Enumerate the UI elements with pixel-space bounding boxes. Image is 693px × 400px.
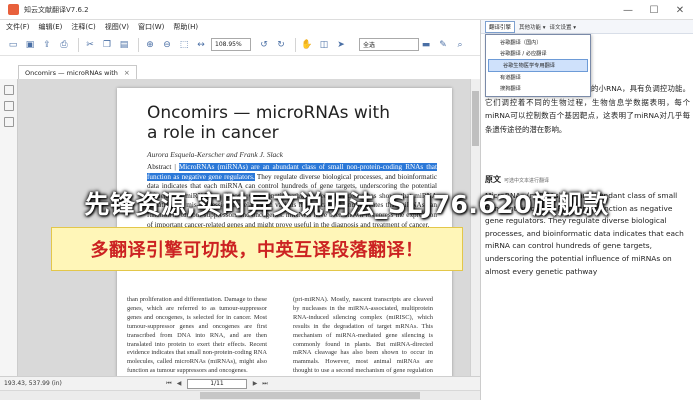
fit-page-icon[interactable]: ⬚ [177, 38, 191, 52]
menu-file[interactable]: 文件(F) [6, 22, 30, 32]
menu-help[interactable]: 帮助(H) [173, 22, 198, 32]
menu-view[interactable]: 视图(V) [105, 22, 129, 32]
menu-window[interactable]: 窗口(W) [138, 22, 164, 32]
zoom-select[interactable]: 108.95% [211, 38, 251, 51]
hand-tool-icon[interactable]: ✋ [300, 38, 314, 52]
annotations-icon[interactable] [3, 117, 14, 127]
title-bar: 知云文献翻译V7.6.2 — ☐ ✕ [0, 0, 693, 20]
toolbar-divider [78, 37, 79, 52]
export-icon[interactable]: ⇪ [40, 38, 54, 52]
watermark-banner: 先锋资源,实时异文说明法_SLJ76.620旗舰款 [0, 173, 693, 233]
toolbar: ▭ ▣ ⇪ ⎙ ✂ ❐ ▤ ⊕ ⊖ ⬚ ↔ 108.95% ↺ ↻ ✋ ◫ ➤ … [0, 34, 480, 56]
menu-edit[interactable]: 编辑(E) [39, 22, 63, 32]
rotate-left-icon[interactable]: ↺ [257, 38, 271, 52]
zoom-out-icon[interactable]: ⊖ [160, 38, 174, 52]
search-icon[interactable]: ⌕ [453, 38, 467, 52]
print-icon[interactable]: ⎙ [57, 38, 71, 52]
tab-label: Oncomirs — microRNAs with [25, 68, 118, 77]
cut-icon[interactable]: ✂ [83, 38, 97, 52]
body-column-right: (pri-miRNA). Mostly, nascent transcripts… [293, 296, 433, 383]
paper-title-line2: a role in cancer [147, 123, 279, 143]
note-icon[interactable]: ✎ [436, 38, 450, 52]
next-page-icon[interactable]: ▶ [250, 379, 260, 388]
select-tool-icon[interactable]: ➤ [334, 38, 348, 52]
document-tabs: Oncomirs — microRNAs with × [0, 57, 480, 79]
thumbnails-icon[interactable] [3, 101, 14, 111]
abstract-label: Abstract | [147, 163, 179, 171]
engine-dropdown[interactable]: 翻译引擎 [485, 20, 516, 33]
watermark-banner-text: 先锋资源,实时异文说明法_SLJ76.620旗舰款 [84, 190, 609, 219]
rotate-right-icon[interactable]: ↻ [274, 38, 288, 52]
selection-mode-select[interactable]: 全选 [359, 38, 419, 51]
toolbar-divider [138, 37, 139, 52]
bookmark-icon[interactable] [3, 85, 14, 95]
open-folder-icon[interactable]: ▭ [6, 38, 20, 52]
status-bar: 193.43, 537.99 (in) ⏮ ◀ 1/11 ▶ ⏭ [0, 376, 480, 390]
paper-title-line1: Oncomirs — microRNAs with [147, 103, 390, 123]
body-column-left: than proliferation and differentiation. … [127, 296, 267, 375]
maximize-button[interactable]: ☐ [641, 0, 667, 20]
save-icon[interactable]: ▣ [23, 38, 37, 52]
window-controls: — ☐ ✕ [615, 0, 693, 20]
copy-icon[interactable]: ❐ [100, 38, 114, 52]
last-page-icon[interactable]: ⏭ [260, 379, 270, 388]
engine-option[interactable]: 谷歌翻译 / 必应翻译 [486, 48, 590, 59]
paper-authors: Aurora Esquela-Kerscher and Frank J. Sla… [147, 150, 283, 159]
window-title: 知云文献翻译V7.6.2 [24, 5, 89, 14]
scrollbar-thumb[interactable] [472, 91, 479, 146]
engine-option[interactable]: 谷歌翻译（国内） [486, 37, 590, 48]
translation-settings-menu[interactable]: 译文设置 ▾ [550, 23, 577, 31]
menu-annotate[interactable]: 注释(C) [71, 22, 95, 32]
menu-bar: 文件(F) 编辑(E) 注释(C) 视图(V) 窗口(W) 帮助(H) [0, 20, 480, 34]
promo-callout-text: 多翻译引擎可切换，中英互译段落翻译！ [90, 240, 424, 261]
scrollbar-thumb[interactable] [200, 392, 420, 399]
more-functions-menu[interactable]: 其他功能 ▾ [519, 23, 546, 31]
cursor-coordinates: 193.43, 537.99 (in) [4, 380, 62, 387]
highlight-icon[interactable]: ▬ [419, 38, 433, 52]
paper-title: Oncomirs — microRNAs with a role in canc… [147, 103, 390, 143]
horizontal-scrollbar[interactable] [0, 390, 480, 400]
engine-option[interactable]: 有道翻译 [486, 72, 590, 83]
first-page-icon[interactable]: ⏮ [164, 379, 174, 388]
tab-oncomirs[interactable]: Oncomirs — microRNAs with × [18, 65, 137, 79]
paste-icon[interactable]: ▤ [117, 38, 131, 52]
close-button[interactable]: ✕ [667, 0, 693, 20]
fit-width-icon[interactable]: ↔ [194, 38, 208, 52]
page-number-input[interactable]: 1/11 [187, 378, 247, 389]
engine-dropdown-list: 谷歌翻译（国内） 谷歌翻译 / 必应翻译 谷歌生物医学专用翻译 有道翻译 搜狗翻… [485, 34, 591, 97]
translation-toolbar: 翻译引擎 其他功能 ▾ 译文设置 ▾ [481, 20, 693, 34]
snapshot-icon[interactable]: ◫ [317, 38, 331, 52]
zoom-in-icon[interactable]: ⊕ [143, 38, 157, 52]
toolbar-divider [295, 37, 296, 52]
app-logo-icon [8, 4, 19, 15]
minimize-button[interactable]: — [615, 0, 641, 20]
engine-option-selected[interactable]: 谷歌生物医学专用翻译 [488, 59, 588, 72]
close-tab-icon[interactable]: × [124, 69, 130, 77]
prev-page-icon[interactable]: ◀ [174, 379, 184, 388]
engine-option[interactable]: 搜狗翻译 [486, 83, 590, 94]
promo-callout: 多翻译引擎可切换，中英互译段落翻译！ [51, 227, 463, 271]
